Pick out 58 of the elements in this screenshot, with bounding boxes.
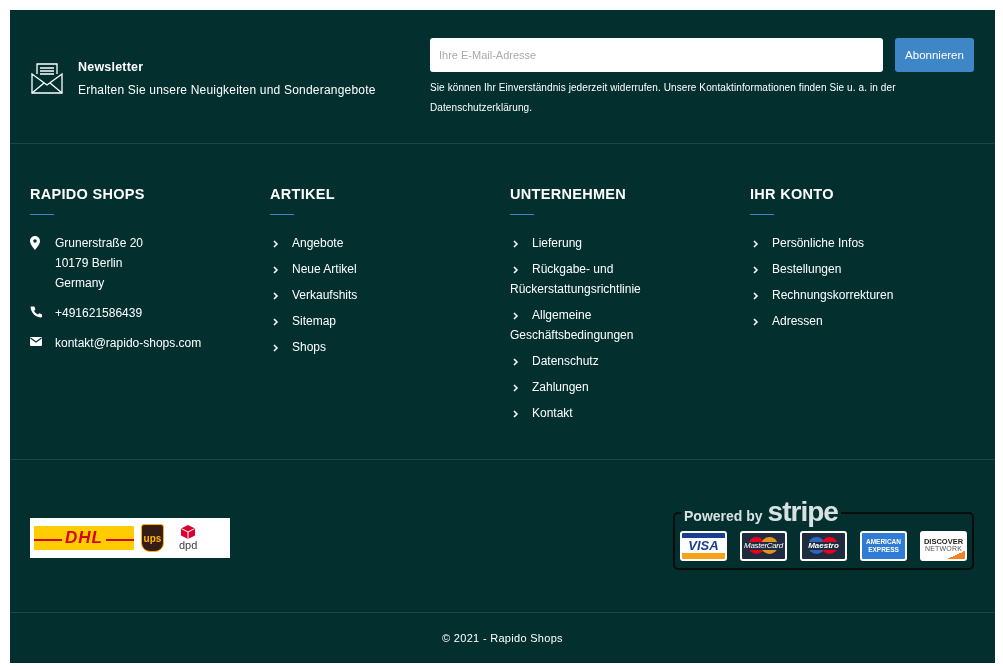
column-heading: ARTIKEL — [270, 186, 336, 202]
heading-underline — [30, 214, 54, 215]
phone-icon — [30, 306, 42, 320]
chevron-icon — [513, 266, 519, 274]
footer-link[interactable]: Zahlungen — [510, 377, 675, 397]
footer-link[interactable]: Lieferung — [510, 233, 675, 253]
email-field[interactable]: Ihre E-Mail-Adresse — [430, 38, 883, 72]
chevron-icon — [753, 266, 759, 274]
email-address: kontakt@rapido-shops.com — [55, 335, 202, 352]
footer-link[interactable]: Bestellungen — [750, 259, 915, 279]
chevron-icon — [513, 384, 519, 392]
carrier-logo: DHL — [34, 526, 134, 550]
heading-underline — [510, 214, 534, 215]
shield-logo: ups — [141, 524, 164, 552]
chevron-icon — [753, 318, 759, 326]
footer-link[interactable]: Neue Artikel — [270, 259, 435, 279]
chevron-icon — [513, 410, 519, 418]
cube-logo: dpd — [179, 525, 198, 551]
chevron-icon — [273, 292, 279, 300]
chevron-icon — [273, 344, 279, 352]
footer-link[interactable]: Adressen — [750, 311, 915, 331]
phone-number: +491621586439 — [55, 305, 143, 322]
newsletter-subtitle: Erhalten Sie unsere Neuigkeiten und Sonderangebote — [78, 82, 376, 97]
newsletter-title: Newsletter — [78, 59, 145, 74]
footer-link[interactable]: Sitemap — [270, 311, 435, 331]
address-line: Germany — [55, 275, 106, 292]
chevron-icon — [513, 358, 519, 366]
footer-link[interactable]: Persönliche Infos — [750, 233, 915, 253]
footer-link[interactable]: Verkaufshits — [270, 285, 435, 305]
address-line: 10179 Berlin — [55, 255, 124, 272]
footer-link[interactable]: Rückgabe- und Rückerstattungsrichtlinie — [510, 259, 675, 299]
column-heading: RAPIDO SHOPS — [30, 186, 146, 202]
chevron-icon — [513, 312, 519, 320]
card-logo: VISA — [680, 530, 727, 561]
heading-underline — [270, 214, 294, 215]
chevron-icon — [753, 240, 759, 248]
column-heading: UNTERNEHMEN — [510, 186, 628, 202]
footer-link[interactable]: Shops — [270, 337, 435, 357]
card-logo: MasterCard — [740, 530, 787, 561]
chevron-icon — [753, 292, 759, 300]
footer-link[interactable]: Rechnungskorrekturen — [750, 285, 915, 305]
heading-underline — [750, 214, 774, 215]
copyright-text: © 2021 - Rapido Shops — [441, 631, 564, 644]
card-logo: Maestro — [800, 530, 847, 561]
column-heading: IHR KONTO — [750, 186, 835, 202]
chevron-icon — [273, 318, 279, 326]
consent-note: Sie können Ihr Einverständnis jederzeit widerrufen. Unsere Kontaktinformationen finden Sie u. a. in der Datenschutzerklärung. — [430, 81, 897, 115]
location-pin-icon — [30, 236, 42, 250]
footer-link[interactable]: Allgemeine Geschäftsbedingungen — [510, 305, 675, 345]
chevron-icon — [273, 240, 279, 248]
address-line: Grunerstraße 20 — [55, 235, 144, 252]
footer-link[interactable]: Kontakt — [510, 403, 675, 423]
subscribe-button[interactable]: Abonnieren — [895, 38, 974, 72]
envelope-icon — [30, 61, 64, 95]
chevron-icon — [513, 240, 519, 248]
footer-link[interactable]: Datenschutz — [510, 351, 675, 371]
chevron-icon — [273, 266, 279, 274]
footer-link[interactable]: Angebote — [270, 233, 435, 253]
